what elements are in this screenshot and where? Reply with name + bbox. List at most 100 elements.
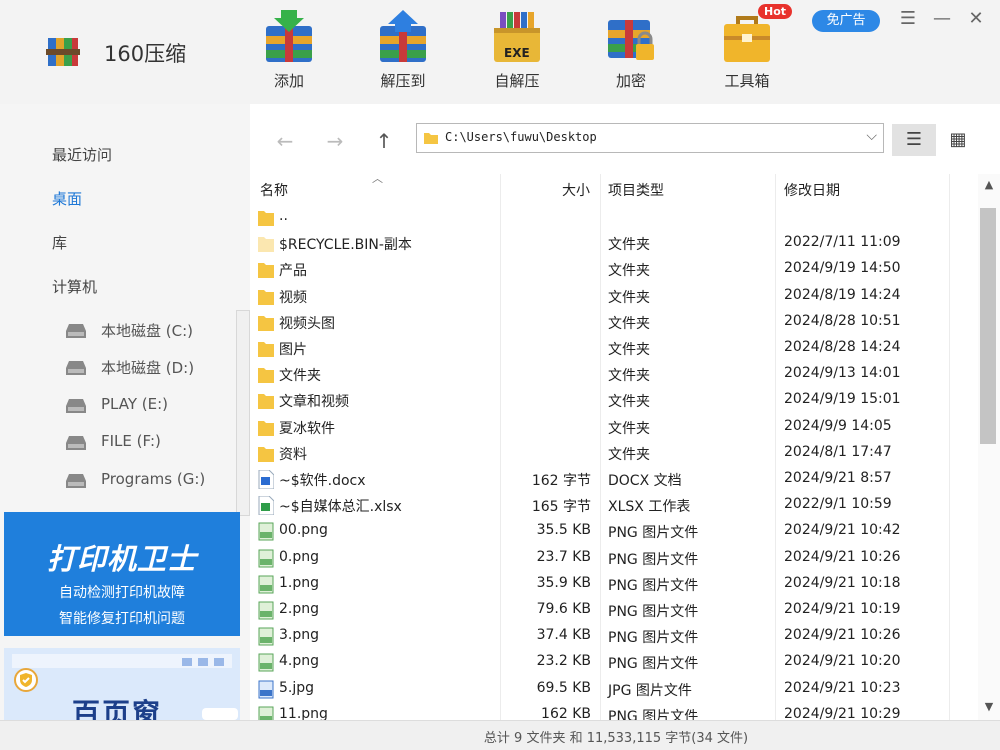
hard-drive-icon [66,436,86,450]
scroll-thumb[interactable] [980,208,996,444]
file-type: 文件夹 [608,315,650,332]
nav-library[interactable]: 库 [52,232,67,253]
close-icon[interactable]: ✕ [964,8,988,30]
header-name[interactable]: 名称 [260,180,288,200]
file-row[interactable]: 2.png 79.6 KB PNG 图片文件 2024/9/21 10:19 [250,597,978,623]
nav-recent[interactable]: 最近访问 [52,144,112,165]
file-row[interactable]: 3.png 37.4 KB PNG 图片文件 2024/9/21 10:26 [250,623,978,649]
file-type: PNG 图片文件 [608,708,699,720]
up-folder-button[interactable]: ↑ [371,128,397,154]
file-date: 2024/9/21 10:42 [784,522,901,539]
file-date: 2024/9/21 10:23 [784,679,901,696]
header-date[interactable]: 修改日期 [784,180,840,200]
folder-icon [258,418,274,437]
folder-icon [258,339,274,358]
ad-dot [214,658,224,666]
file-row[interactable]: .. [250,204,978,230]
back-button[interactable]: ← [272,128,298,154]
forward-button[interactable]: → [322,128,348,154]
header-type[interactable]: 项目类型 [608,180,664,200]
file-name: 2.png [279,601,320,617]
png-icon [258,627,274,646]
sidebar-scrollbar[interactable] [236,310,250,516]
file-row[interactable]: 视频头图 文件夹 2024/8/28 10:51 [250,309,978,335]
file-name: $RECYCLE.BIN-副本 [279,237,412,254]
file-size: 162 字节 [531,473,591,489]
file-row[interactable]: 图片 文件夹 2024/8/28 14:24 [250,335,978,361]
file-row[interactable]: 夏冰软件 文件夹 2024/9/9 14:05 [250,414,978,440]
folder-icon [258,287,274,306]
add-button[interactable]: 添加 [250,8,328,94]
file-row[interactable]: ~$自媒体总汇.xlsx 165 字节 XLSX 工作表 2022/9/1 10:59 [250,492,978,518]
remove-ads-button[interactable]: 免广告 [812,10,880,32]
file-type: 文件夹 [608,342,650,358]
sort-ascending-icon: ︿ [372,174,383,185]
scroll-up-icon[interactable]: ▲ [978,178,1000,191]
file-row[interactable]: 0.png 23.7 KB PNG 图片文件 2024/9/21 10:26 [250,545,978,571]
file-name: 夏冰软件 [279,420,335,437]
file-list-scrollbar[interactable]: ▲ ▼ [978,174,1000,720]
path-input[interactable]: C:\Users\fuwu\Desktop ⌵ [416,123,884,153]
self-extract-button[interactable]: EXE 自解压 [478,8,556,94]
file-type: PNG 图片文件 [608,525,699,542]
file-type: 文件夹 [608,420,650,437]
jpg-icon [258,680,274,699]
file-date: 2024/9/21 8:57 [784,470,892,486]
file-row[interactable]: 1.png 35.9 KB PNG 图片文件 2024/9/21 10:18 [250,571,978,597]
file-date: 2024/8/19 14:24 [784,286,901,303]
toolbox-button[interactable]: 工具箱 [708,8,786,94]
encrypt-lock-icon [608,20,654,60]
second-ad[interactable]: 百页窗 [4,648,240,720]
encrypt-button[interactable]: 加密 [592,8,670,94]
menu-icon[interactable]: ☰ [896,8,920,30]
file-row[interactable]: 产品 文件夹 2024/9/19 14:50 [250,256,978,282]
nav-computer[interactable]: 计算机 [52,276,97,297]
status-text: 总计 9 文件夹 和 11,533,115 字节(34 文件) [483,731,749,746]
file-date: 2024/9/19 14:50 [784,260,901,277]
list-view-button[interactable]: ☰ [892,124,936,156]
file-row[interactable]: 00.png 35.5 KB PNG 图片文件 2024/9/21 10:42 [250,518,978,544]
minimize-icon[interactable]: — [930,8,954,30]
chevron-down-icon[interactable]: ⌵ [866,128,877,144]
file-row[interactable]: 4.png 23.2 KB PNG 图片文件 2024/9/21 10:20 [250,649,978,675]
file-row[interactable]: 5.jpg 69.5 KB JPG 图片文件 2024/9/21 10:23 [250,676,978,702]
xlsx-icon [258,495,275,516]
file-date: 2024/9/19 15:01 [784,391,901,408]
folder-icon [424,133,438,144]
app-logo-icon [46,38,80,66]
file-row[interactable]: ~$软件.docx 162 字节 DOCX 文档 2024/9/21 8:57 [250,466,978,492]
header-size[interactable]: 大小 [562,180,590,200]
column-header: ︿ 名称 大小 项目类型 修改日期 [250,174,978,202]
file-row[interactable]: 11.png 162 KB PNG 图片文件 2024/9/21 10:29 [250,702,978,720]
file-size: 162 KB [541,705,591,720]
file-name: 图片 [279,342,307,358]
printer-guard-ad[interactable]: 打印机卫士 自动检测打印机故障 智能修复打印机问题 [4,512,240,636]
file-row[interactable]: 资料 文件夹 2024/8/1 17:47 [250,440,978,466]
add-label: 添加 [273,72,304,90]
file-type: 文件夹 [608,394,650,411]
file-row[interactable]: 文件夹 文件夹 2024/9/13 14:01 [250,361,978,387]
file-date: 2024/8/1 17:47 [784,443,892,460]
file-row[interactable]: 文章和视频 文件夹 2024/9/19 15:01 [250,387,978,413]
nav-desktop[interactable]: 桌面 [52,188,82,209]
hard-drive-icon [66,361,86,375]
folder-icon [258,391,274,410]
file-name: 11.png [279,705,328,720]
encrypt-label: 加密 [615,72,646,90]
path-text: C:\Users\fuwu\Desktop [445,130,597,144]
file-type: 文件夹 [608,289,650,306]
scroll-down-icon[interactable]: ▼ [978,700,1000,713]
file-type: PNG 图片文件 [608,577,699,594]
folder-icon [258,208,274,227]
self-extract-label: 自解压 [494,72,540,90]
file-row[interactable]: 视频 文件夹 2024/8/19 14:24 [250,283,978,309]
file-date: 2024/9/21 10:29 [784,705,901,720]
file-row[interactable]: $RECYCLE.BIN-副本 文件夹 2022/7/11 11:09 [250,230,978,256]
extract-to-button[interactable]: 解压到 [364,8,442,94]
file-type: 文件夹 [608,263,650,280]
ad-line-2: 智能修复打印机问题 [59,611,185,627]
file-name: 0.png [279,548,320,565]
file-name: 视频 [279,289,307,306]
png-icon [258,706,274,720]
grid-view-button[interactable]: ▦ [936,124,980,156]
